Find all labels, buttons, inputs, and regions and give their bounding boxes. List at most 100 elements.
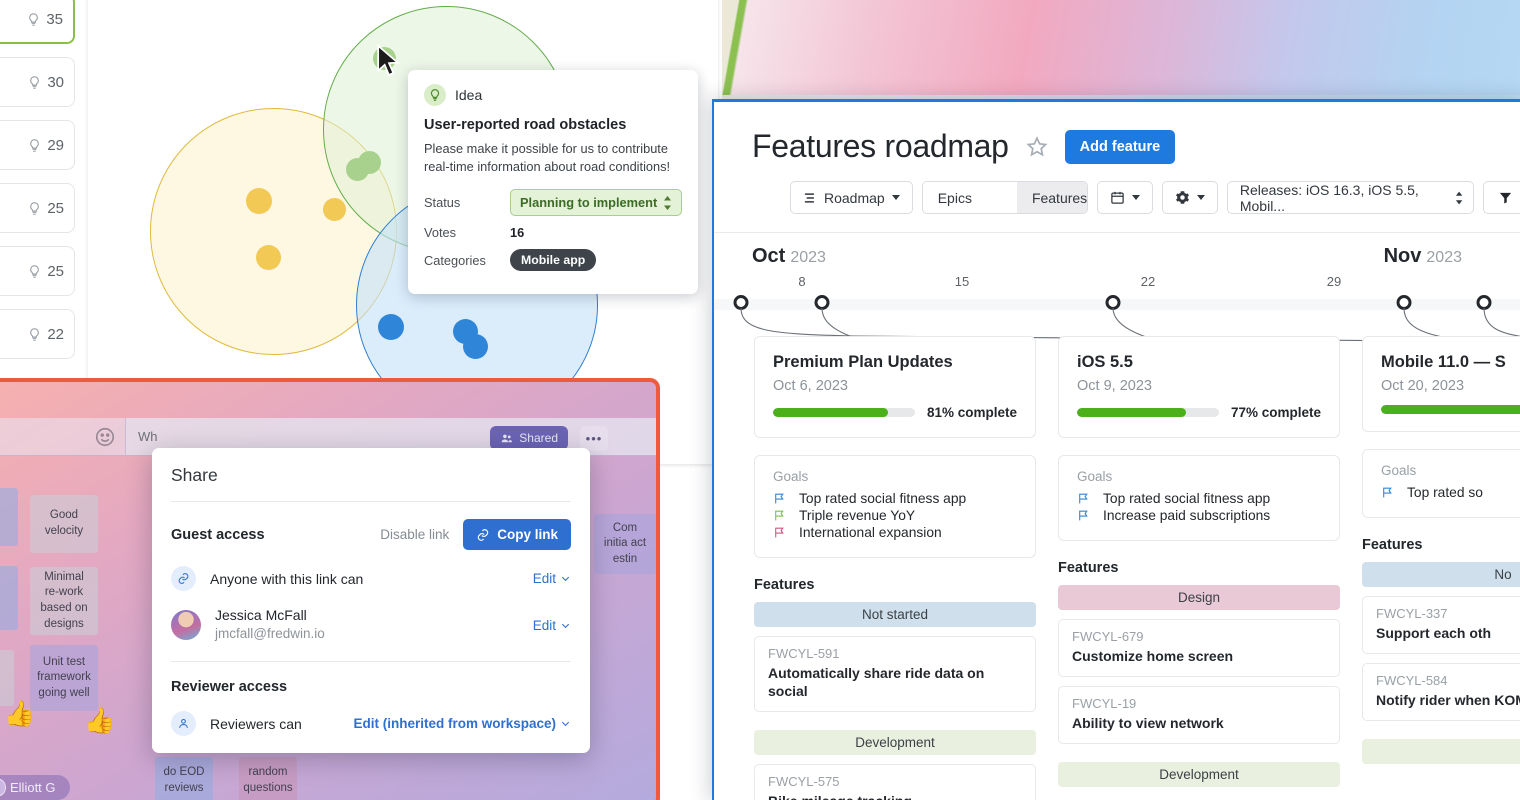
feature-id: FWCYL-679: [1072, 629, 1144, 644]
guest-access-title: Guest access: [171, 526, 265, 543]
lightbulb-icon: [424, 84, 446, 106]
progress-label: 77% complete: [1230, 405, 1321, 420]
guest-person-permission-dropdown[interactable]: Edit: [533, 618, 571, 633]
features-section-title: Features: [1362, 537, 1423, 553]
stepper-icon: [1455, 191, 1463, 204]
goal-text: International expansion: [799, 525, 942, 540]
goals-label: Goals: [1077, 469, 1113, 484]
goal-item[interactable]: Increase paid subscriptions: [1077, 508, 1321, 523]
disable-link-button[interactable]: Disable link: [380, 527, 449, 542]
category-chip[interactable]: Mobile app: [510, 249, 597, 272]
chevron-down-icon: [1131, 195, 1140, 200]
timeline-tick-label: 8: [798, 274, 806, 289]
goal-item[interactable]: Triple revenue YoY: [773, 508, 1017, 523]
feature-card[interactable]: FWCYL-679 Customize home screen: [1058, 619, 1340, 678]
avatar: [171, 610, 201, 640]
release-summary-card[interactable]: Mobile 11.0 — S Oct 20, 2023: [1362, 336, 1520, 432]
sticky-note[interactable]: [0, 650, 14, 706]
sticky-note[interactable]: random questions: [239, 757, 297, 800]
tab-features[interactable]: Features: [1016, 182, 1087, 213]
shared-badge[interactable]: Shared: [490, 426, 568, 450]
idea-vote-card[interactable]: 30: [0, 57, 75, 107]
view-selector-label: Roadmap: [824, 189, 885, 206]
smiley-icon[interactable]: [94, 426, 116, 448]
feature-card[interactable]: FWCYL-591 Automatically share ride data …: [754, 636, 1036, 713]
idea-vote-card[interactable]: 35: [0, 0, 75, 44]
votes-value: 16: [510, 225, 525, 241]
goal-item[interactable]: Top rated social fitness app: [1077, 491, 1321, 506]
goal-item[interactable]: International expansion: [773, 525, 1017, 540]
calendar-icon: [1111, 191, 1124, 204]
star-outline-icon[interactable]: [1025, 135, 1049, 159]
idea-vote-card[interactable]: 25: [0, 183, 75, 233]
status-label: Status: [424, 195, 461, 211]
timeline-tick-label: 29: [1326, 274, 1342, 289]
feature-id: FWCYL-19: [1072, 696, 1137, 712]
goal-item[interactable]: Top rated so: [1381, 485, 1520, 500]
timeline-milestone-node[interactable]: [1396, 295, 1412, 310]
whiteboard-presence-user[interactable]: Elliott G: [0, 775, 70, 800]
status-group-header: Dev: [1362, 739, 1520, 765]
guest-person-row[interactable]: Jessica McFall jmcfall@fredwin.io Edit: [171, 591, 571, 643]
sticky-note[interactable]: [0, 566, 18, 630]
month-right-name: Nov: [1383, 245, 1422, 267]
idea-dot[interactable]: [323, 198, 346, 221]
screenshot-root: 35 30 29 25 25 22 Idea User-reported roa…: [0, 0, 1520, 800]
sticky-note[interactable]: do EOD reviews: [155, 757, 213, 800]
idea-dot[interactable]: [463, 334, 488, 359]
timeline-milestone-node[interactable]: [733, 295, 749, 310]
goal-item[interactable]: Top rated social fitness app: [773, 491, 1017, 506]
guest-link-permission-dropdown[interactable]: Edit: [533, 571, 571, 586]
funnel-icon: [1499, 192, 1512, 204]
goal-text: Top rated social fitness app: [799, 491, 967, 506]
feature-card[interactable]: FWCYL-19 Ability to view network: [1058, 686, 1340, 745]
copy-link-button[interactable]: Copy link: [463, 519, 571, 550]
idea-vote-card[interactable]: 22: [0, 309, 75, 359]
chevron-down-icon: [561, 623, 570, 628]
feature-id: FWCYL-591: [768, 646, 840, 661]
idea-dot[interactable]: [378, 314, 404, 340]
tab-epics[interactable]: Epics: [922, 182, 987, 213]
sticky-note[interactable]: Minimal re-work based on designs: [30, 567, 98, 635]
share-dialog-title: Share: [171, 465, 218, 485]
flag-icon: [1079, 510, 1088, 521]
sticky-note[interactable]: [0, 488, 18, 546]
filter-button[interactable]: [1483, 181, 1520, 214]
release-summary-card[interactable]: Premium Plan Updates Oct 6, 2023 81% com…: [754, 336, 1036, 438]
calendar-button[interactable]: [1096, 181, 1153, 214]
votes-label: Votes: [424, 225, 457, 241]
timeline-milestone-node[interactable]: [1476, 295, 1492, 310]
settings-button[interactable]: [1161, 181, 1218, 214]
reviewer-access-header: Reviewer access: [171, 662, 571, 695]
idea-vote-card[interactable]: 25: [0, 246, 75, 296]
feature-name: Notify rider when KOM: [1376, 692, 1520, 709]
release-summary-card[interactable]: iOS 5.5 Oct 9, 2023 77% complete: [1058, 336, 1340, 438]
timeline-milestone-node[interactable]: [814, 295, 830, 310]
feature-card[interactable]: FWCYL-337 Support each oth: [1362, 596, 1520, 655]
roadmap-toolbar: Roadmap Epics Features Releases: iOS 16.…: [752, 165, 1520, 214]
feature-card[interactable]: FWCYL-575 Bike mileage tracking: [754, 764, 1036, 800]
tooltip-description: Please make it possible for us to contri…: [424, 141, 671, 174]
thumbs-up-icon: 👍: [4, 700, 36, 728]
view-selector-button[interactable]: Roadmap: [790, 181, 913, 214]
status-select[interactable]: Planning to implement: [510, 189, 682, 217]
timeline-milestone-node[interactable]: [1105, 295, 1121, 310]
reviewer-permission-dropdown[interactable]: Edit (inherited from workspace): [353, 716, 571, 731]
feature-name: Customize home screen: [1072, 648, 1234, 664]
reviewer-row[interactable]: Reviewers can Edit (inherited from works…: [171, 695, 571, 736]
features-roadmap-window[interactable]: Features roadmap Add feature Roadmap Epi…: [712, 99, 1520, 800]
idea-dot[interactable]: [358, 151, 381, 174]
sticky-note[interactable]: Unit test framework going well: [30, 645, 98, 711]
releases-filter-dropdown[interactable]: Releases: iOS 16.3, iOS 5.5, Mobil...: [1226, 181, 1474, 214]
add-feature-button[interactable]: Add feature: [1064, 129, 1176, 164]
guest-access-actions: Disable link Copy link: [380, 519, 571, 550]
idea-dot[interactable]: [246, 188, 272, 214]
vote-count: 35: [46, 10, 63, 28]
idea-dot[interactable]: [256, 245, 281, 270]
status-group-header: No: [1362, 562, 1520, 587]
sticky-note[interactable]: Good velocity: [30, 495, 98, 553]
idea-vote-card[interactable]: 29: [0, 120, 75, 170]
guest-link-row[interactable]: Anyone with this link can Edit: [171, 550, 571, 591]
sticky-note[interactable]: Com initia act estin: [594, 514, 656, 574]
feature-card[interactable]: FWCYL-584 Notify rider when KOM: [1362, 663, 1520, 722]
